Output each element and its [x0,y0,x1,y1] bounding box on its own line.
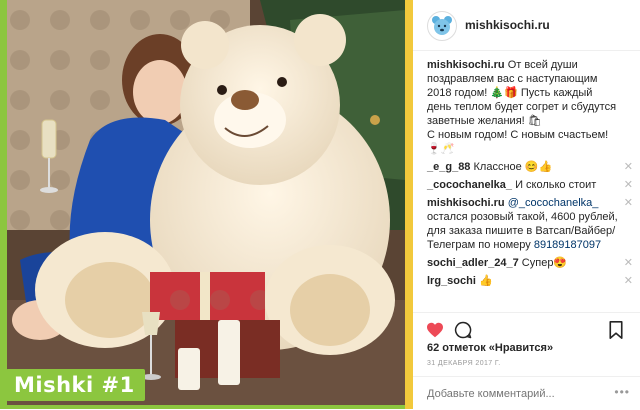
avatar[interactable] [427,11,457,41]
yellow-frame-right [405,0,413,409]
post-author-username[interactable]: mishkisochi.ru [465,18,550,32]
comment-icon[interactable] [454,321,472,339]
caption-username[interactable]: mishkisochi.ru [427,59,505,71]
list-item: sochi_adler_24_7 Супер😍 ✕ [427,256,633,270]
mention-link[interactable]: @_cocochanelka_ [508,197,599,209]
bookmark-icon[interactable] [609,321,623,339]
list-item: mishkisochi.ru @_cocochanelka_ остался р… [427,196,633,252]
list-item: _e_g_88 Классное 😊👍 ✕ [427,160,633,174]
photo-illustration [0,0,405,409]
green-frame-bottom [0,405,405,409]
comment-text: Классное 😊👍 [473,161,553,173]
green-frame-left [0,0,7,409]
comment-username[interactable]: lrg_sochi [427,275,476,287]
post-sidebar: mishkisochi.ru mishkisochi.ru От всей ду… [413,0,640,409]
comment-username[interactable]: _cocochanelka_ [427,179,512,191]
likes-count[interactable]: 62 отметок «Нравится» [427,342,553,354]
list-item: _cocochanelka_ И сколько стоит ✕ [427,178,633,192]
post-actions [413,312,640,343]
comment-username[interactable]: _e_g_88 [427,161,470,173]
comment-username[interactable]: mishkisochi.ru [427,197,505,209]
comment-input[interactable] [425,385,619,403]
caption-text-2: С новым годом! С новым счастьем! 🍷🥂 [427,129,609,155]
bear-logo-icon [429,13,455,39]
close-icon[interactable]: ✕ [624,274,633,288]
post-header: mishkisochi.ru [413,0,640,51]
close-icon[interactable]: ✕ [624,196,633,210]
more-options-icon[interactable]: ••• [614,385,630,399]
close-icon[interactable]: ✕ [624,178,633,192]
comment-text: 👍 [478,275,493,287]
heart-icon[interactable] [426,322,444,338]
instagram-post: Mishki #1 mishkisochi.ru mishkisochi.ru [0,0,640,409]
post-date: 31 ДЕКАБРЯ 2017 Г. [427,360,501,367]
list-item: lrg_sochi 👍 ✕ [427,274,633,288]
comments-list: mishkisochi.ru От всей души поздравляем … [427,58,633,292]
add-comment-bar: ••• [413,376,640,410]
close-icon[interactable]: ✕ [624,256,633,270]
close-icon[interactable]: ✕ [624,160,633,174]
caption: mishkisochi.ru От всей души поздравляем … [427,58,633,156]
comment-username[interactable]: sochi_adler_24_7 [427,257,519,269]
post-photo[interactable]: Mishki #1 [0,0,405,409]
comment-text: Супер😍 [521,257,568,269]
watermark-badge: Mishki #1 [6,369,145,401]
comment-text: И сколько стоит [515,179,597,191]
phone-link[interactable]: 89189187097 [534,239,601,251]
